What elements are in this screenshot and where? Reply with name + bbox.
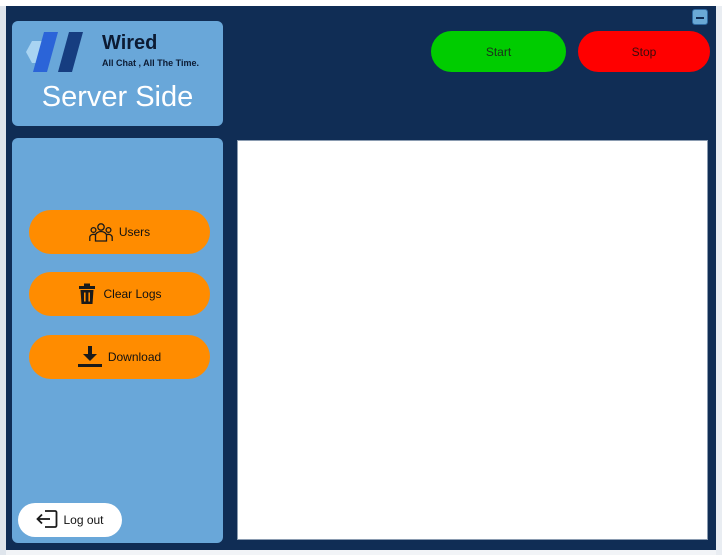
download-button[interactable]: Download: [29, 335, 210, 379]
background-window-edge-right: [716, 6, 722, 555]
brand-tagline: All Chat , All The Time.: [102, 58, 200, 68]
users-label: Users: [118, 225, 151, 239]
download-label: Download: [107, 350, 162, 364]
users-icon: [88, 222, 113, 242]
minimize-button[interactable]: [692, 9, 708, 25]
log-output-panel[interactable]: [237, 140, 708, 540]
sidebar: Users Clear Logs Download Log out: [12, 138, 223, 543]
clear-logs-label: Clear Logs: [103, 287, 162, 301]
download-icon: [77, 346, 102, 368]
stop-button[interactable]: Stop: [578, 31, 710, 72]
clear-logs-button[interactable]: Clear Logs: [29, 272, 210, 316]
logout-label: Log out: [63, 513, 104, 527]
trash-icon: [77, 283, 97, 305]
server-app-window: Wired All Chat , All The Time. Server Si…: [6, 6, 716, 550]
brand-name: Wired: [102, 32, 158, 54]
logout-icon: [36, 509, 58, 532]
wired-logo: [26, 32, 83, 72]
page-title: Server Side: [41, 81, 194, 113]
logout-button[interactable]: Log out: [18, 503, 122, 537]
start-button[interactable]: Start: [431, 31, 566, 72]
logo-card: Wired All Chat , All The Time. Server Si…: [12, 21, 223, 126]
users-button[interactable]: Users: [29, 210, 210, 254]
